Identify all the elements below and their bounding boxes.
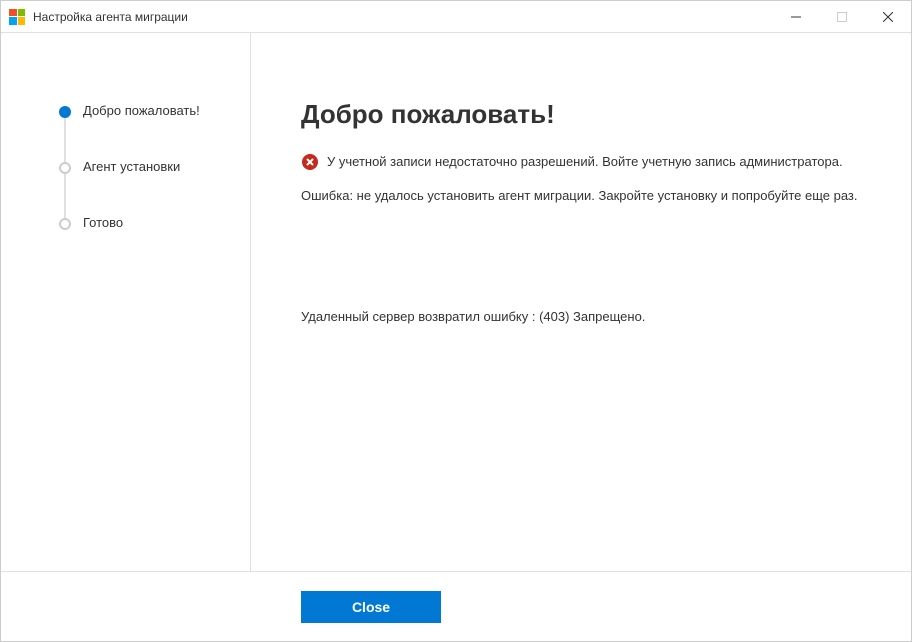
titlebar[interactable]: Настройка агента миграции <box>1 1 911 33</box>
content-area: Добро пожаловать! Агент установки Готово… <box>1 33 911 571</box>
main-panel: Добро пожаловать! У учетной записи недос… <box>251 33 911 571</box>
sidebar: Добро пожаловать! Агент установки Готово <box>1 33 251 571</box>
minimize-button[interactable] <box>773 1 819 32</box>
minimize-icon <box>791 12 801 22</box>
error-sub-message: Ошибка: не удалось установить агент мигр… <box>301 186 871 206</box>
maximize-icon <box>837 12 847 22</box>
window-controls <box>773 1 911 32</box>
step-label: Готово <box>83 215 123 230</box>
window-title: Настройка агента миграции <box>33 10 773 24</box>
step-dot-icon <box>59 162 71 174</box>
step-connector <box>64 118 66 162</box>
close-button[interactable]: Close <box>301 591 441 623</box>
step-dot-icon <box>59 106 71 118</box>
page-heading: Добро пожаловать! <box>301 99 871 130</box>
footer: Close <box>1 571 911 641</box>
maximize-button <box>819 1 865 32</box>
step-connector <box>64 174 66 218</box>
step-dot-icon <box>59 218 71 230</box>
step-label: Агент установки <box>83 159 180 174</box>
step-welcome[interactable]: Добро пожаловать! <box>59 103 230 159</box>
microsoft-logo-icon <box>9 9 25 25</box>
close-window-button[interactable] <box>865 1 911 32</box>
error-icon <box>301 153 319 171</box>
wizard-steps: Добро пожаловать! Агент установки Готово <box>59 103 230 271</box>
step-install-agent[interactable]: Агент установки <box>59 159 230 215</box>
error-detail: Удаленный сервер возвратил ошибку : (403… <box>301 309 871 324</box>
error-row: У учетной записи недостаточно разрешений… <box>301 152 871 172</box>
close-icon <box>883 12 893 22</box>
step-label: Добро пожаловать! <box>83 103 200 118</box>
app-window: Настройка агента миграции Добро пожалова… <box>0 0 912 642</box>
step-done[interactable]: Готово <box>59 215 230 271</box>
error-message: У учетной записи недостаточно разрешений… <box>327 152 843 172</box>
